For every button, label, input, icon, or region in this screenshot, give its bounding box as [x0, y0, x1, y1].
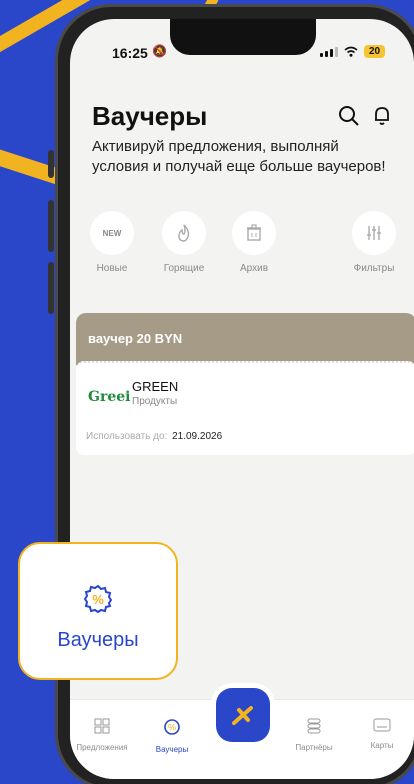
new-icon: NEW — [90, 211, 134, 255]
voucher-card[interactable]: Greei GREEN Продукты Использовать до: 21… — [76, 361, 414, 455]
status-indicators: 20 — [320, 45, 386, 58]
tab-label: Партнёры — [295, 743, 333, 752]
tab-partners[interactable]: Партнёры — [282, 718, 346, 752]
validity-date: 21.09.2026 — [172, 431, 223, 442]
tab-cards[interactable]: Карты — [350, 718, 414, 750]
partners-icon — [307, 718, 321, 734]
phone-side-button — [48, 150, 54, 178]
signal-icon — [320, 46, 338, 57]
bottom-tab-bar: Предложения % Ваучеры Партнёры Карты — [70, 688, 414, 779]
svg-text:%: % — [92, 592, 104, 607]
voucher-header[interactable]: ваучер 20 BYN — [76, 313, 414, 365]
filter-settings[interactable]: Фильтры — [346, 211, 402, 274]
filter-label: Архив — [239, 263, 269, 274]
fire-icon — [162, 211, 206, 255]
search-icon[interactable] — [338, 105, 360, 127]
card-icon — [373, 718, 391, 732]
tab-label: Предложения — [76, 743, 128, 752]
filter-label: Горящие — [163, 263, 205, 274]
tab-vouchers[interactable]: % Ваучеры — [140, 718, 204, 754]
tab-offers[interactable]: Предложения — [70, 718, 134, 752]
wifi-icon — [344, 46, 358, 57]
filter-label: Фильтры — [353, 263, 395, 274]
filter-label: Новые — [96, 263, 128, 274]
partner-logo: Greei — [88, 389, 131, 405]
archive-icon — [232, 211, 276, 255]
offers-icon — [94, 718, 110, 734]
battery-indicator: 20 — [364, 45, 386, 58]
voucher-title: ваучер 20 BYN — [88, 331, 183, 346]
main-action-button[interactable] — [216, 688, 270, 742]
phone-side-button — [48, 200, 54, 252]
validity-label: Использовать до: — [86, 431, 168, 442]
bell-icon[interactable] — [372, 105, 392, 127]
vouchers-callout: % Ваучеры — [18, 542, 178, 680]
filter-row: NEW Новые Горящие Архив Фильтры — [70, 211, 414, 291]
filter-new[interactable]: NEW Новые — [84, 211, 140, 274]
sliders-icon — [352, 211, 396, 255]
voucher-validity: Использовать до: 21.09.2026 — [86, 431, 222, 442]
phone-side-button — [48, 262, 54, 314]
plane-icon — [232, 706, 253, 725]
page-title: Ваучеры — [92, 101, 208, 131]
voucher-badge-icon: % — [83, 584, 113, 614]
voucher-icon: % — [164, 719, 180, 735]
mute-icon: 🔕 — [152, 44, 167, 58]
partner-name: GREEN — [132, 379, 179, 394]
partner-category: Продукты — [132, 396, 178, 407]
page-subtitle: Активируй предложения, выполняй условия … — [92, 138, 386, 175]
notch — [170, 19, 316, 55]
svg-text:%: % — [168, 723, 176, 733]
callout-label: Ваучеры — [57, 629, 139, 651]
filter-hot[interactable]: Горящие — [156, 211, 212, 274]
status-time: 16:25 — [112, 45, 148, 61]
tab-label: Ваучеры — [155, 745, 189, 754]
tab-label: Карты — [370, 741, 394, 750]
filter-archive[interactable]: Архив — [226, 211, 282, 274]
